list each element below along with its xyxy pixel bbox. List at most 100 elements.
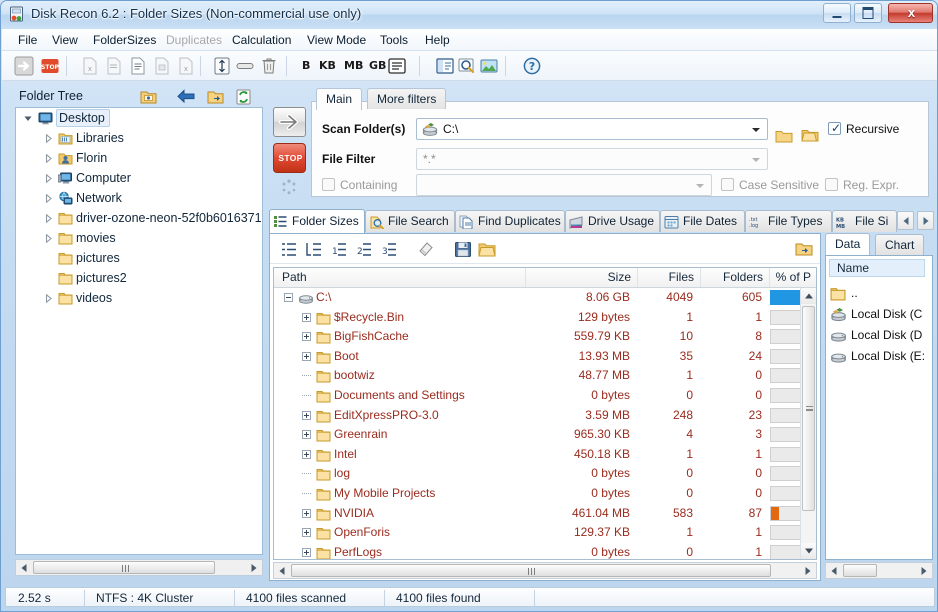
table-row[interactable]: Documents and Settings0 bytes00	[274, 386, 802, 406]
tree-item-pictures2[interactable]: pictures2	[16, 268, 262, 288]
close-button[interactable]: x	[888, 3, 933, 23]
menu-foldersizes[interactable]: FolderSizes	[87, 32, 162, 49]
menu-view[interactable]: View	[46, 32, 84, 49]
tab-find-duplicates[interactable]: Find Duplicates	[455, 210, 565, 232]
tree-scroll-right-button[interactable]	[247, 561, 261, 574]
tree-collapsed-arrow-icon[interactable]	[44, 154, 53, 163]
grid-scroll-down-button[interactable]	[801, 543, 816, 559]
folder-tree-list[interactable]: DesktopLibrariesFlorinComputerNetworkdri…	[15, 107, 263, 555]
table-row[interactable]: My Mobile Projects0 bytes00	[274, 484, 802, 504]
collapse-all-icon[interactable]	[280, 241, 298, 258]
file-filter-chevron-down-icon[interactable]	[752, 158, 760, 162]
grid-scroll-left-button[interactable]	[275, 564, 289, 577]
unit-kilobytes-label[interactable]: KB	[319, 59, 336, 72]
case-sensitive-checkbox[interactable]	[721, 178, 734, 191]
table-row[interactable]: bootwiz48.77 MB10	[274, 366, 802, 386]
table-row[interactable]: BigFishCache559.79 KB108	[274, 327, 802, 347]
tab-file-search[interactable]: File Search	[365, 210, 455, 232]
capsule-icon[interactable]	[235, 56, 255, 76]
collapse-node-icon[interactable]	[284, 293, 293, 302]
unit-megabytes-label[interactable]: MB	[344, 59, 363, 72]
tree-collapsed-arrow-icon[interactable]	[44, 134, 53, 143]
expand-level-2-icon[interactable]: 2	[355, 241, 373, 258]
table-row[interactable]: Greenrain965.30 KB43	[274, 425, 802, 445]
tab-drive-usage[interactable]: Drive Usage	[565, 210, 660, 232]
scan-stop-icon[interactable]: STOP	[40, 56, 60, 76]
tree-item-libraries[interactable]: Libraries	[16, 128, 262, 148]
delete-trash-icon[interactable]	[259, 56, 279, 76]
export-folder-icon[interactable]	[795, 241, 813, 258]
tab-file-si[interactable]: KBMBFile Si	[832, 210, 897, 232]
table-row[interactable]: PerfLogs0 bytes01	[274, 543, 802, 560]
expand-node-icon[interactable]	[302, 313, 311, 322]
expand-node-icon[interactable]	[302, 509, 311, 518]
expand-node-icon[interactable]	[302, 332, 311, 341]
unit-gigabytes-label[interactable]: GB	[369, 59, 386, 72]
tree-item-desktop[interactable]: Desktop	[16, 108, 262, 128]
expand-all-icon[interactable]	[305, 241, 323, 258]
scan-folders-chevron-down-icon[interactable]	[752, 128, 760, 132]
tree-item-driver-ozone-neon-52f0b6016371[interactable]: driver-ozone-neon-52f0b6016371	[16, 208, 262, 228]
tree-item-florin[interactable]: Florin	[16, 148, 262, 168]
tree-collapsed-arrow-icon[interactable]	[44, 294, 53, 303]
open-folder-icon[interactable]	[207, 89, 224, 104]
zoom-preview-icon[interactable]	[457, 56, 477, 76]
table-row[interactable]: NVIDIA461.04 MB58387	[274, 504, 802, 524]
tree-item-network[interactable]: Network	[16, 188, 262, 208]
expand-node-icon[interactable]	[302, 411, 311, 420]
tree-item-movies[interactable]: movies	[16, 228, 262, 248]
table-row[interactable]: Intel450.18 KB11	[274, 445, 802, 465]
expand-node-icon[interactable]	[302, 430, 311, 439]
table-row[interactable]: Boot13.93 MB3524	[274, 347, 802, 367]
back-arrow-icon[interactable]	[177, 89, 194, 104]
menu-calculation[interactable]: Calculation	[226, 32, 297, 49]
grid-vertical-scrollbar[interactable]	[800, 288, 816, 559]
add-folder-icon[interactable]	[801, 128, 819, 143]
image-preview-icon[interactable]	[479, 56, 499, 76]
table-row[interactable]: log0 bytes00	[274, 464, 802, 484]
folder-tree-hscrollbar[interactable]	[15, 559, 263, 576]
tree-item-computer[interactable]: Computer	[16, 168, 262, 188]
start-scan-button[interactable]	[273, 107, 306, 137]
file-filter-input[interactable]: *.*	[416, 148, 768, 170]
expand-level-3-icon[interactable]: 3	[380, 241, 398, 258]
expand-node-icon[interactable]	[302, 450, 311, 459]
tab-file-dates[interactable]: File Dates	[660, 210, 745, 232]
eraser-icon[interactable]	[416, 241, 434, 258]
expand-node-icon[interactable]	[302, 528, 311, 537]
tree-scroll-thumb[interactable]	[33, 561, 215, 574]
tree-expanded-arrow-icon[interactable]	[24, 114, 33, 123]
drive-hscroll-thumb[interactable]	[843, 564, 877, 577]
containing-input[interactable]	[416, 174, 712, 196]
grid-scroll-up-button[interactable]	[801, 288, 816, 304]
row-height-icon[interactable]	[212, 56, 232, 76]
column-header-path[interactable]: Path	[274, 268, 526, 287]
column-header-of-p[interactable]: % of P	[770, 268, 817, 287]
table-row[interactable]: EditXpressPRO-3.03.59 MB24823	[274, 406, 802, 426]
scan-start-icon[interactable]	[14, 56, 34, 76]
column-header-folders[interactable]: Folders	[701, 268, 770, 287]
save-icon[interactable]	[454, 241, 472, 258]
table-row[interactable]: OpenForis129.37 KB11	[274, 523, 802, 543]
menu-file[interactable]: File	[12, 32, 43, 49]
tab-more-filters[interactable]: More filters	[367, 88, 446, 109]
open-icon[interactable]	[478, 241, 496, 258]
unit-bytes-label[interactable]: B	[302, 59, 310, 72]
tab-data[interactable]: Data	[825, 233, 870, 255]
help-icon[interactable]: ?	[522, 56, 542, 76]
minimize-button[interactable]	[823, 3, 851, 23]
table-row[interactable]: $Recycle.Bin129 bytes11	[274, 308, 802, 328]
units-panel-icon[interactable]	[387, 56, 407, 76]
grid-scroll-thumb[interactable]	[802, 306, 815, 511]
tree-collapsed-arrow-icon[interactable]	[44, 194, 53, 203]
menu-tools[interactable]: Tools	[374, 32, 414, 49]
tree-item-videos[interactable]: videos	[16, 288, 262, 308]
tab-scroll-right-button[interactable]	[917, 211, 934, 230]
tab-main[interactable]: Main	[316, 88, 362, 110]
menu-view-mode[interactable]: View Mode	[301, 32, 372, 49]
tree-collapsed-arrow-icon[interactable]	[44, 174, 53, 183]
tab-folder-sizes[interactable]: Folder Sizes	[269, 209, 365, 233]
recursive-checkbox[interactable]: ✓	[828, 122, 841, 135]
grid-scroll-right-button[interactable]	[801, 564, 815, 577]
refresh-icon[interactable]	[235, 89, 252, 104]
